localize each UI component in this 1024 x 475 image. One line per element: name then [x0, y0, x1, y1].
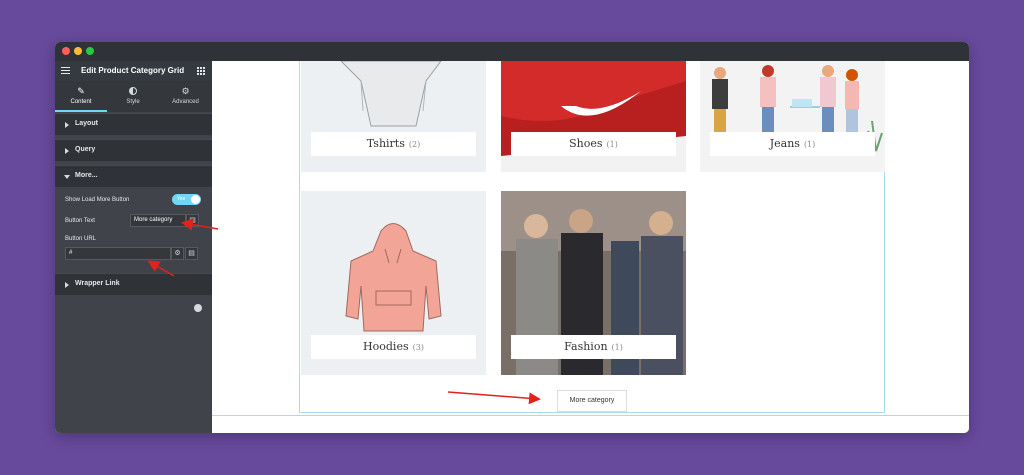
- category-label: Fashion (1): [511, 335, 676, 359]
- section-wrapper-link[interactable]: Wrapper Link: [55, 273, 212, 295]
- editor-panel: Edit Product Category Grid ✎ Content Sty…: [55, 61, 221, 433]
- more-category-button[interactable]: More category: [557, 390, 627, 412]
- button-url-label: Button URL: [65, 236, 97, 242]
- panel-title: Edit Product Category Grid: [81, 66, 185, 75]
- category-label: Jeans (1): [710, 132, 875, 156]
- minimize-window-button[interactable]: [74, 47, 82, 55]
- section-label: Query: [75, 146, 96, 153]
- maximize-window-button[interactable]: [86, 47, 94, 55]
- show-load-more-label: Show Load More Button: [65, 197, 130, 203]
- pencil-icon: ✎: [77, 86, 85, 96]
- gear-icon: ⚙: [181, 86, 190, 96]
- contrast-icon: [107, 87, 159, 96]
- category-count: (1): [611, 343, 623, 352]
- panel-header: Edit Product Category Grid: [55, 61, 212, 81]
- pro-feature-icon: [194, 304, 202, 312]
- tab-label: Content: [70, 99, 92, 105]
- category-card-hoodies[interactable]: Hoodies (3): [301, 191, 486, 375]
- category-card-shoes[interactable]: Shoes (1): [501, 61, 686, 172]
- category-count: (2): [408, 140, 421, 149]
- category-name: Hoodies: [363, 340, 409, 353]
- section-label: Wrapper Link: [75, 280, 120, 287]
- show-load-more-toggle[interactable]: Yes: [172, 194, 201, 205]
- section-divider: [212, 415, 969, 416]
- section-query[interactable]: Query: [55, 139, 212, 161]
- category-count: (1): [606, 140, 618, 149]
- category-name: Shoes: [569, 137, 603, 150]
- dynamic-tags-icon[interactable]: ▤: [185, 247, 198, 260]
- browser-window: Edit Product Category Grid ✎ Content Sty…: [55, 42, 969, 433]
- category-label: Tshirts (2): [311, 132, 476, 156]
- section-more[interactable]: More...: [55, 165, 212, 187]
- widgets-grid-icon[interactable]: [197, 67, 205, 75]
- category-label: Shoes (1): [511, 132, 676, 156]
- button-url-input[interactable]: #: [65, 247, 171, 260]
- category-name: Jeans: [769, 137, 800, 150]
- section-label: Layout: [75, 120, 98, 127]
- category-card-jeans[interactable]: Jeans (1): [700, 61, 885, 172]
- close-window-button[interactable]: [62, 47, 70, 55]
- button-text-input[interactable]: More category: [130, 214, 186, 227]
- toggle-knob: [191, 195, 200, 204]
- category-card-fashion[interactable]: Fashion (1): [501, 191, 686, 375]
- tab-style[interactable]: Style: [107, 81, 159, 112]
- caret-down-icon: [64, 175, 70, 179]
- title-bar: [55, 42, 969, 61]
- caret-right-icon: [65, 148, 69, 154]
- caret-right-icon: [65, 282, 69, 288]
- preview-canvas: Tshirts (2) Shoes (1) Jeans (1) Hoodies …: [212, 61, 969, 433]
- category-name: Fashion: [564, 340, 608, 353]
- category-count: (3): [412, 343, 424, 352]
- menu-icon[interactable]: [61, 67, 70, 74]
- category-count: (1): [803, 140, 816, 149]
- category-label: Hoodies (3): [311, 335, 476, 359]
- tab-label: Style: [126, 99, 140, 105]
- tab-advanced[interactable]: ⚙ Advanced: [159, 81, 212, 112]
- link-options-gear-icon[interactable]: ⚙: [171, 247, 184, 260]
- caret-right-icon: [65, 122, 69, 128]
- button-text-label: Button Text: [65, 218, 95, 224]
- toggle-text: Yes: [177, 196, 186, 202]
- section-label: More...: [75, 172, 98, 179]
- category-card-tshirts[interactable]: Tshirts (2): [301, 61, 486, 172]
- tab-label: Advanced: [172, 99, 199, 105]
- dynamic-tags-icon[interactable]: ▤: [186, 214, 199, 227]
- tab-content[interactable]: ✎ Content: [55, 81, 107, 112]
- panel-tabs: ✎ Content Style ⚙ Advanced: [55, 81, 212, 112]
- category-name: Tshirts: [366, 137, 405, 150]
- section-layout[interactable]: Layout: [55, 113, 212, 135]
